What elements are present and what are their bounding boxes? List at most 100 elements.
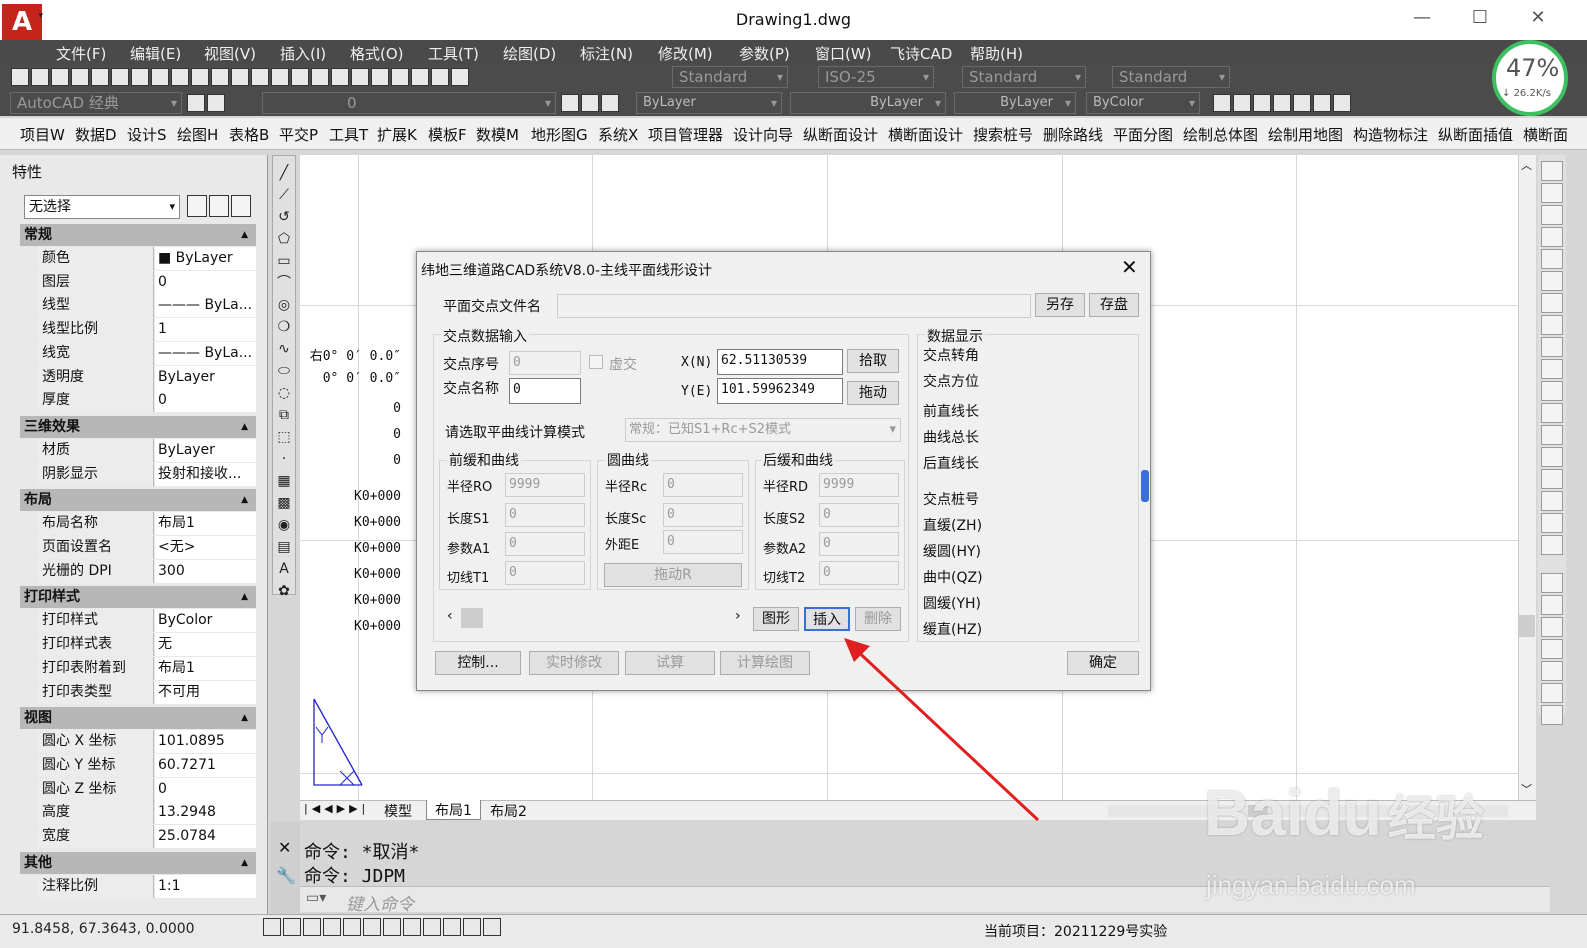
drag-button[interactable]: 拖动 xyxy=(847,381,899,405)
property-row[interactable]: 打印样式表无 xyxy=(38,633,256,657)
lineweight-toggle-icon[interactable] xyxy=(423,918,441,936)
print-icon[interactable] xyxy=(71,68,89,86)
property-row[interactable]: 光栅的 DPI 300 xyxy=(38,559,256,583)
view-icon-4[interactable] xyxy=(1273,94,1291,112)
dialog-close-icon[interactable]: ✕ xyxy=(1121,255,1138,279)
record-scroll-thumb[interactable] xyxy=(461,608,483,628)
property-value[interactable]: 1:1 xyxy=(155,874,256,898)
display-scroll-indicator[interactable] xyxy=(1141,470,1149,502)
tab-layout2[interactable]: 布局2 xyxy=(490,801,527,821)
extend-icon[interactable] xyxy=(1541,381,1563,401)
customize-wrench-icon[interactable]: 🔧 xyxy=(276,866,296,885)
property-row[interactable]: 注释比例 1:1 xyxy=(38,874,256,898)
menu-file[interactable]: 文件(F) xyxy=(56,43,106,64)
x-input[interactable]: 62.51130539 xyxy=(717,349,843,375)
close-button[interactable]: ✕ xyxy=(1518,6,1558,30)
calc-draw-button[interactable]: 计算绘图 xyxy=(720,651,810,675)
make-block-icon[interactable]: ⬚ xyxy=(273,426,295,448)
tab-navigation-icons[interactable]: |◀◀▶▶| xyxy=(304,802,369,815)
join-icon[interactable] xyxy=(1541,447,1563,467)
file-name-input[interactable] xyxy=(557,294,1031,318)
gradient-icon[interactable]: ▩ xyxy=(273,492,295,514)
custom-menu-data[interactable]: 数据D xyxy=(75,124,117,145)
property-value[interactable]: 101.0895 xyxy=(155,730,256,754)
custom-menu-profile-interp[interactable]: 纵断面插值 xyxy=(1438,124,1513,145)
pick-button[interactable]: 拾取 xyxy=(847,349,899,373)
menu-edit[interactable]: 编辑(E) xyxy=(130,43,181,64)
chamfer-icon[interactable] xyxy=(1541,469,1563,489)
custom-menu-structure-label[interactable]: 构造物标注 xyxy=(1353,124,1428,145)
move-icon[interactable] xyxy=(1541,271,1563,291)
property-value[interactable]: ——— ByLa... xyxy=(155,294,256,318)
custom-menu-land-use[interactable]: 绘制用地图 xyxy=(1268,124,1343,145)
new-file-icon[interactable] xyxy=(11,68,29,86)
workspace-select[interactable]: AutoCAD 经典 xyxy=(10,92,182,114)
dyn-icon[interactable] xyxy=(403,918,421,936)
property-row[interactable]: 圆心 Y 坐标 60.7271 xyxy=(38,753,256,777)
paste-icon[interactable] xyxy=(171,68,189,86)
add-selected-icon[interactable]: ✿ xyxy=(273,580,295,602)
custom-menu-intersection[interactable]: 平交P xyxy=(279,124,318,145)
property-value[interactable]: <无> xyxy=(155,536,256,559)
menu-draw[interactable]: 绘图(D) xyxy=(503,43,556,64)
selection-dropdown[interactable]: 无选择 ▾ xyxy=(24,195,180,219)
table-icon[interactable]: ▤ xyxy=(273,536,295,558)
custom-menu-tools[interactable]: 工具T xyxy=(329,124,368,145)
save-icon[interactable] xyxy=(51,68,69,86)
section-header[interactable]: 打印样式 xyxy=(20,586,256,609)
trial-calc-button[interactable]: 试算 xyxy=(625,651,715,675)
hatch-order-icon[interactable] xyxy=(1541,705,1563,725)
section-header[interactable]: 三维效果 xyxy=(20,415,256,438)
property-value[interactable]: 布局1 xyxy=(155,656,256,680)
vertical-scrollbar[interactable]: ︿ ﹀ xyxy=(1518,155,1536,800)
draw-order-3-icon[interactable] xyxy=(1541,617,1563,637)
polyline-icon[interactable]: ↺ xyxy=(273,206,295,228)
layer-manager-icon[interactable] xyxy=(207,94,225,112)
t1-input[interactable]: 0 xyxy=(505,561,585,585)
mirror-icon[interactable] xyxy=(1541,205,1563,225)
draw-order-4-icon[interactable] xyxy=(1541,639,1563,659)
s1-input[interactable]: 0 xyxy=(505,503,585,527)
plotstyle-select[interactable]: ByColor xyxy=(1086,92,1200,114)
explode-icon[interactable] xyxy=(1541,535,1563,555)
selection-cycle-icon[interactable] xyxy=(483,918,501,936)
dimension-order-icon[interactable] xyxy=(1541,683,1563,703)
property-value[interactable]: 1 xyxy=(155,318,256,342)
property-row[interactable]: 宽度 25.0784 xyxy=(38,825,256,848)
network-speed-widget[interactable]: 47% ↓ 26.2K/s xyxy=(1492,40,1568,116)
custom-menu-system[interactable]: 系统X xyxy=(598,124,638,145)
arc-icon[interactable]: ⌒ xyxy=(273,272,295,294)
section-header[interactable]: 常规 xyxy=(20,224,256,246)
ok-button[interactable]: 确定 xyxy=(1067,651,1139,675)
property-row[interactable]: 阴影显示 投射和接收... xyxy=(38,462,256,486)
menu-insert[interactable]: 插入(I) xyxy=(280,43,326,64)
maximize-button[interactable]: ☐ xyxy=(1460,6,1500,30)
property-value[interactable]: ByLayer xyxy=(155,438,256,462)
menu-feishi[interactable]: 飞诗CAD xyxy=(890,43,952,64)
custom-menu-search-station[interactable]: 搜索桩号 xyxy=(973,124,1033,145)
tool-palette-icon[interactable] xyxy=(371,68,389,86)
spline-icon[interactable]: ∿ xyxy=(273,338,295,360)
draw-order-1-icon[interactable] xyxy=(1541,573,1563,593)
scroll-left-icon[interactable]: ‹ xyxy=(447,608,453,624)
custom-menu-design-wizard[interactable]: 设计向导 xyxy=(733,124,793,145)
section-header[interactable]: 视图 xyxy=(20,707,256,730)
a1-input[interactable]: 0 xyxy=(505,532,585,556)
zoom-icon[interactable] xyxy=(271,68,289,86)
virtual-checkbox[interactable] xyxy=(589,355,603,369)
current-project-status[interactable]: 当前项目：20211229号实验 xyxy=(984,921,1167,941)
custom-menu-delete-route[interactable]: 删除路线 xyxy=(1043,124,1103,145)
property-row[interactable]: 厚度 0 xyxy=(38,389,256,413)
revision-cloud-icon[interactable]: ❍ xyxy=(273,316,295,338)
control-button[interactable]: 控制... xyxy=(435,651,521,675)
select-objects-icon[interactable] xyxy=(209,195,229,217)
property-row[interactable]: 圆心 Z 坐标 0 xyxy=(38,777,256,801)
text-order-icon[interactable] xyxy=(1541,661,1563,681)
mode-select[interactable]: 常规：已知S1+Rc+S2模式 ▾ xyxy=(625,418,901,442)
a2-input[interactable]: 0 xyxy=(819,532,899,556)
ellipse-icon[interactable]: ⬭ xyxy=(273,360,295,382)
ip-name-input[interactable]: 0 xyxy=(509,378,581,404)
custom-menu-dtm[interactable]: 数模M xyxy=(476,124,519,145)
toggle-pickadd-icon[interactable] xyxy=(187,195,207,217)
close-command-icon[interactable]: ✕ xyxy=(278,838,291,857)
